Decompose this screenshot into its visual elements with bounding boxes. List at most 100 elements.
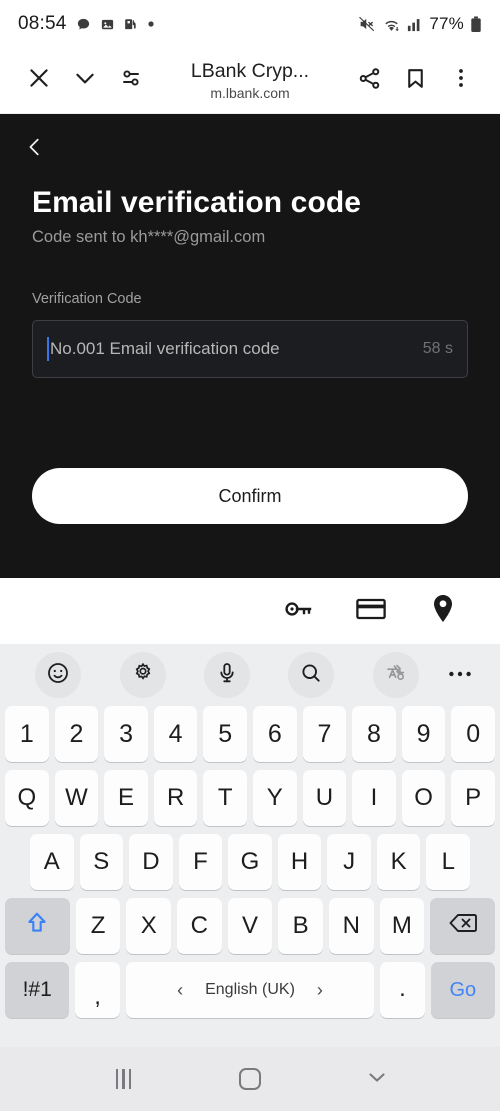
key-v[interactable]: V [227,898,273,954]
bookmark-button[interactable] [392,58,438,104]
key-l[interactable]: L [426,834,471,890]
collapse-button[interactable] [62,58,108,104]
key-2[interactable]: 2 [54,706,99,762]
status-bar-clock: 08:54 [18,13,67,34]
gas-station-icon [124,17,138,32]
resend-countdown-timer[interactable]: 58 s [423,340,453,358]
backspace-key[interactable] [430,898,495,954]
key-x[interactable]: X [126,898,172,954]
key-q[interactable]: Q [5,770,49,826]
bookmark-icon [403,66,428,96]
key-9[interactable]: 9 [401,706,446,762]
period-key[interactable]: . [380,962,425,1018]
share-icon [357,66,382,96]
more-options-button[interactable] [438,58,484,104]
space-key[interactable]: ‹ English (UK) › [125,962,375,1018]
key-3[interactable]: 3 [104,706,148,762]
key-7[interactable]: 7 [302,706,347,762]
key-8[interactable]: 8 [352,706,396,762]
home-icon [238,1068,261,1090]
share-button[interactable] [346,58,392,104]
key-g[interactable]: G [228,834,272,890]
password-key-button[interactable] [282,594,316,628]
key-4[interactable]: 4 [153,706,198,762]
keyboard-row-top: Q W E R T Y U I O P [0,770,500,826]
status-bar-right: 77% [358,14,482,34]
more-horizontal-icon [448,666,474,684]
close-button[interactable] [16,58,62,104]
key-d[interactable]: D [129,834,173,890]
status-bar: 08:54 77% [0,0,500,48]
keyboard-toolbar [0,644,500,706]
enter-go-key[interactable]: Go [430,962,495,1018]
recents-button[interactable] [93,1057,153,1101]
dot-icon [147,20,155,28]
hide-keyboard-button[interactable] [347,1057,407,1101]
chat-bubble-icon [76,17,91,32]
settings-gear-icon [131,661,155,690]
key-j[interactable]: J [327,834,371,890]
browser-toolbar: LBank Cryp... m.lbank.com [0,48,500,114]
mute-icon [358,15,376,33]
autofill-bar [0,578,500,644]
key-a[interactable]: A [29,834,74,890]
comma-key[interactable]: , [75,962,120,1018]
shift-key[interactable] [5,898,70,954]
credit-card-button[interactable] [354,594,388,628]
confirm-button[interactable]: Confirm [32,468,468,524]
translate-button[interactable] [372,652,419,698]
page-info-button[interactable] [108,58,154,104]
key-6[interactable]: 6 [253,706,297,762]
location-pin-button[interactable] [426,594,460,628]
key-c[interactable]: C [177,898,222,954]
close-icon [26,65,52,96]
microphone-icon [215,661,239,690]
key-t[interactable]: T [203,770,247,826]
status-bar-left: 08:54 [18,13,155,35]
keyboard-settings-button[interactable] [119,652,166,698]
key-k[interactable]: K [376,834,421,890]
prev-language-arrow[interactable]: ‹ [155,980,205,1001]
key-b[interactable]: B [278,898,323,954]
key-5[interactable]: 5 [203,706,247,762]
key-o[interactable]: O [401,770,446,826]
key-u[interactable]: U [302,770,347,826]
keyboard-search-button[interactable] [288,652,335,698]
key-h[interactable]: H [277,834,322,890]
key-r[interactable]: R [153,770,198,826]
key-w[interactable]: W [54,770,99,826]
page-title: LBank Cryp... [190,60,310,83]
next-language-arrow[interactable]: › [295,980,345,1001]
page-subtitle: Code sent to kh****@gmail.com [32,228,266,246]
key-m[interactable]: M [379,898,425,954]
key-1[interactable]: 1 [5,706,49,762]
on-screen-keyboard: 1 2 3 4 5 6 7 8 9 0 Q W E R T Y U I O P … [0,644,500,1047]
verification-code-input[interactable]: No.001 Email verification code 58 s [32,320,468,378]
chevron-down-icon [72,65,98,96]
key-e[interactable]: E [104,770,148,826]
key-p[interactable]: P [451,770,495,826]
back-button[interactable] [14,128,56,170]
phone-screen: 08:54 77% LBank Cryp... m.lbank.com Emai… [0,0,500,1111]
search-icon [299,661,323,690]
key-s[interactable]: S [79,834,124,890]
key-i[interactable]: I [352,770,396,826]
verification-code-placeholder: No.001 Email verification code [50,339,280,358]
key-n[interactable]: N [328,898,374,954]
password-key-icon [284,596,314,627]
battery-percentage: 77% [429,14,464,33]
symbols-key[interactable]: !#1 [5,962,70,1018]
key-y[interactable]: Y [253,770,297,826]
key-f[interactable]: F [178,834,223,890]
key-z[interactable]: Z [75,898,121,954]
signal-icon [407,16,423,32]
home-button[interactable] [220,1057,280,1101]
emoji-button[interactable] [35,652,82,698]
page-heading: Email verification code [32,186,362,219]
credit-card-icon [356,597,386,626]
toolbar-title-block[interactable]: LBank Cryp... m.lbank.com [154,60,346,100]
keyboard-more-button[interactable] [438,652,484,698]
microphone-button[interactable] [204,652,251,698]
text-cursor [47,337,49,361]
key-0[interactable]: 0 [451,706,495,762]
